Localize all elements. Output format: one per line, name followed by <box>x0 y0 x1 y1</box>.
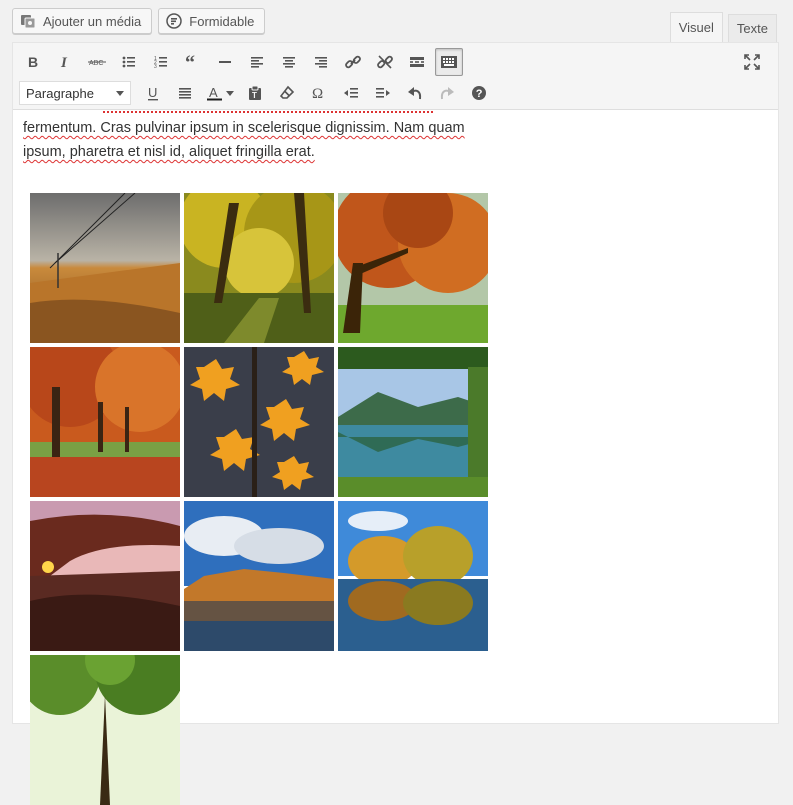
chevron-down-icon <box>116 90 124 96</box>
media-icon <box>19 12 37 30</box>
svg-text:U: U <box>148 85 157 100</box>
paragraph: fermentum. Cras pulvinar ipsum in sceler… <box>23 116 563 164</box>
toolbar-toggle-icon[interactable] <box>435 48 463 76</box>
clear-formatting-icon[interactable] <box>273 79 301 107</box>
unlink-icon[interactable] <box>371 48 399 76</box>
align-center-icon[interactable] <box>275 48 303 76</box>
svg-text:T: T <box>252 91 257 100</box>
spellcheck-underline-fragment <box>103 111 433 113</box>
svg-text:3: 3 <box>154 64 157 70</box>
format-select[interactable]: Paragraphe <box>19 81 131 105</box>
text-color-caret-icon <box>226 90 234 96</box>
horizontal-rule-icon[interactable] <box>211 48 239 76</box>
gallery-image-mountain-lake-reflection[interactable] <box>338 347 488 497</box>
align-left-icon[interactable] <box>243 48 271 76</box>
tab-text[interactable]: Texte <box>727 14 777 42</box>
gallery-image-autumn-trees-lake-reflection[interactable] <box>338 501 488 651</box>
formidable-icon <box>165 12 183 30</box>
gallery-image-autumn-field-power-lines[interactable] <box>30 193 180 343</box>
editor-content[interactable]: fermentum. Cras pulvinar ipsum in sceler… <box>23 110 563 164</box>
numbered-list-icon[interactable]: 123 <box>147 48 175 76</box>
redo-icon[interactable] <box>433 79 461 107</box>
tab-visual[interactable]: Visuel <box>669 12 723 42</box>
gallery-image-lake-autumn-trees-clouds[interactable] <box>184 501 334 651</box>
svg-text:“: “ <box>185 54 195 70</box>
gallery-image-orange-maple-leaves[interactable] <box>184 347 334 497</box>
outdent-icon[interactable] <box>337 79 365 107</box>
media-buttons: Ajouter un média Formidable <box>12 8 266 34</box>
help-icon[interactable]: ? <box>465 79 493 107</box>
toolbar-row-2: Paragraphe U A T Ω ? <box>19 79 497 107</box>
svg-text:?: ? <box>476 88 483 100</box>
svg-text:ABC: ABC <box>89 60 103 67</box>
paragraph-line-2: ipsum, pharetra et nisl id, aliquet frin… <box>23 144 315 160</box>
strikethrough-icon[interactable]: ABC <box>83 48 111 76</box>
formidable-button[interactable]: Formidable <box>158 8 266 34</box>
text-color-icon[interactable]: A <box>203 79 237 107</box>
format-select-value: Paragraphe <box>26 85 94 101</box>
special-character-icon[interactable]: Ω <box>305 79 333 107</box>
indent-icon[interactable] <box>369 79 397 107</box>
italic-icon[interactable]: I <box>51 48 79 76</box>
justify-icon[interactable] <box>171 79 199 107</box>
paste-text-icon[interactable]: T <box>241 79 269 107</box>
read-more-icon[interactable] <box>403 48 431 76</box>
underline-icon[interactable]: U <box>139 79 167 107</box>
editor: B I ABC 123 “ Paragraphe U A T Ω ? ferme… <box>12 42 779 805</box>
formidable-label: Formidable <box>189 13 255 29</box>
link-icon[interactable] <box>339 48 367 76</box>
add-media-label: Ajouter un média <box>43 13 142 29</box>
bold-icon[interactable]: B <box>19 48 47 76</box>
image-gallery[interactable] <box>30 193 488 805</box>
gallery-image-green-tree-canopy[interactable] <box>30 655 180 805</box>
editor-toolbar: B I ABC 123 “ Paragraphe U A T Ω ? <box>13 43 778 110</box>
gallery-image-arch-sunset[interactable] <box>30 501 180 651</box>
fullscreen-icon[interactable] <box>738 48 766 76</box>
add-media-button[interactable]: Ajouter un média <box>12 8 153 34</box>
svg-text:A: A <box>209 85 218 100</box>
gallery-image-autumn-forest-path[interactable] <box>184 193 334 343</box>
bullet-list-icon[interactable] <box>115 48 143 76</box>
align-right-icon[interactable] <box>307 48 335 76</box>
editor-tabs: Visuel Texte <box>669 12 777 42</box>
svg-text:B: B <box>28 54 38 70</box>
blockquote-icon[interactable]: “ <box>179 48 207 76</box>
svg-text:I: I <box>60 55 68 70</box>
gallery-image-red-autumn-park[interactable] <box>30 347 180 497</box>
toolbar-row-1: B I ABC 123 “ <box>19 48 467 76</box>
svg-text:Ω: Ω <box>312 86 323 101</box>
undo-icon[interactable] <box>401 79 429 107</box>
gallery-image-orange-tree-meadow[interactable] <box>338 193 488 343</box>
paragraph-line-1: fermentum. Cras pulvinar ipsum in sceler… <box>23 120 465 136</box>
